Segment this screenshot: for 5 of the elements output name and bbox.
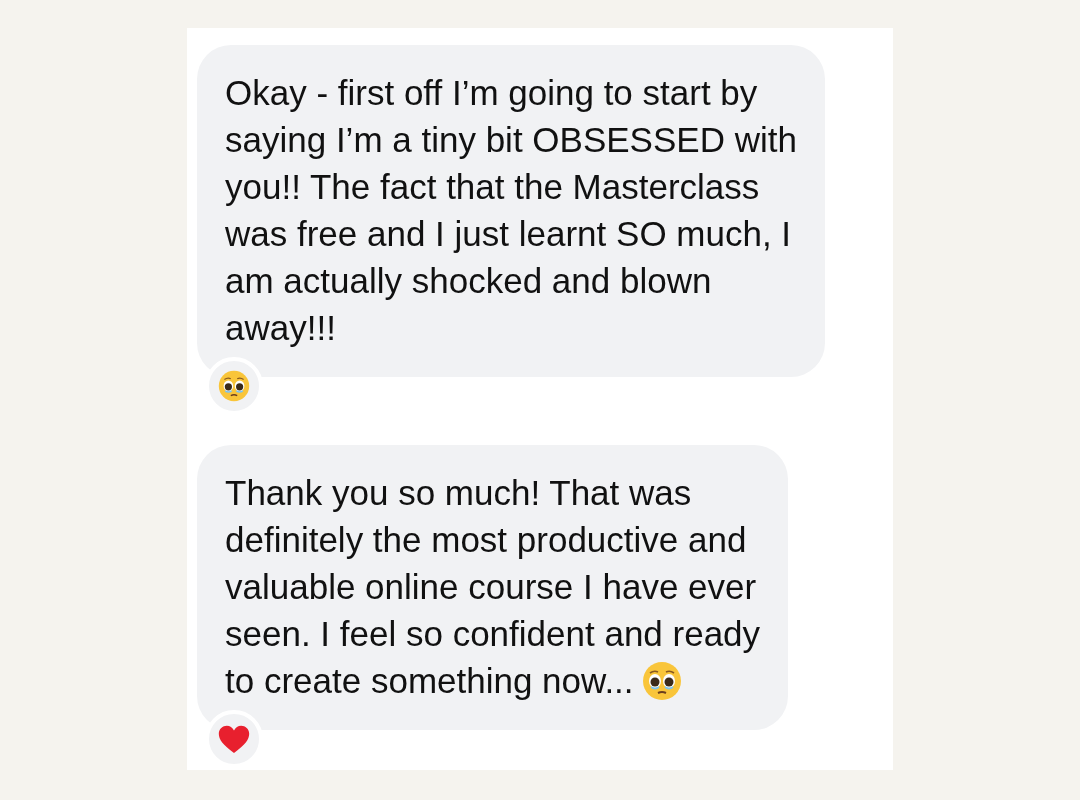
teary-face-icon xyxy=(218,370,250,402)
teary-face-icon xyxy=(641,660,682,701)
heart-icon xyxy=(218,724,250,754)
message-text: Thank you so much! That was definitely the most productive and valuable online course I have ever seen. I feel so confident and ready to create something now... xyxy=(225,472,761,703)
message-text: Okay - first off I’m going to start by saying I’m a tiny bit OBSESSED with you!! The fact that the Masterclass was free and I just learnt SO much, I am actually shocked and blown away!!! xyxy=(225,72,797,349)
